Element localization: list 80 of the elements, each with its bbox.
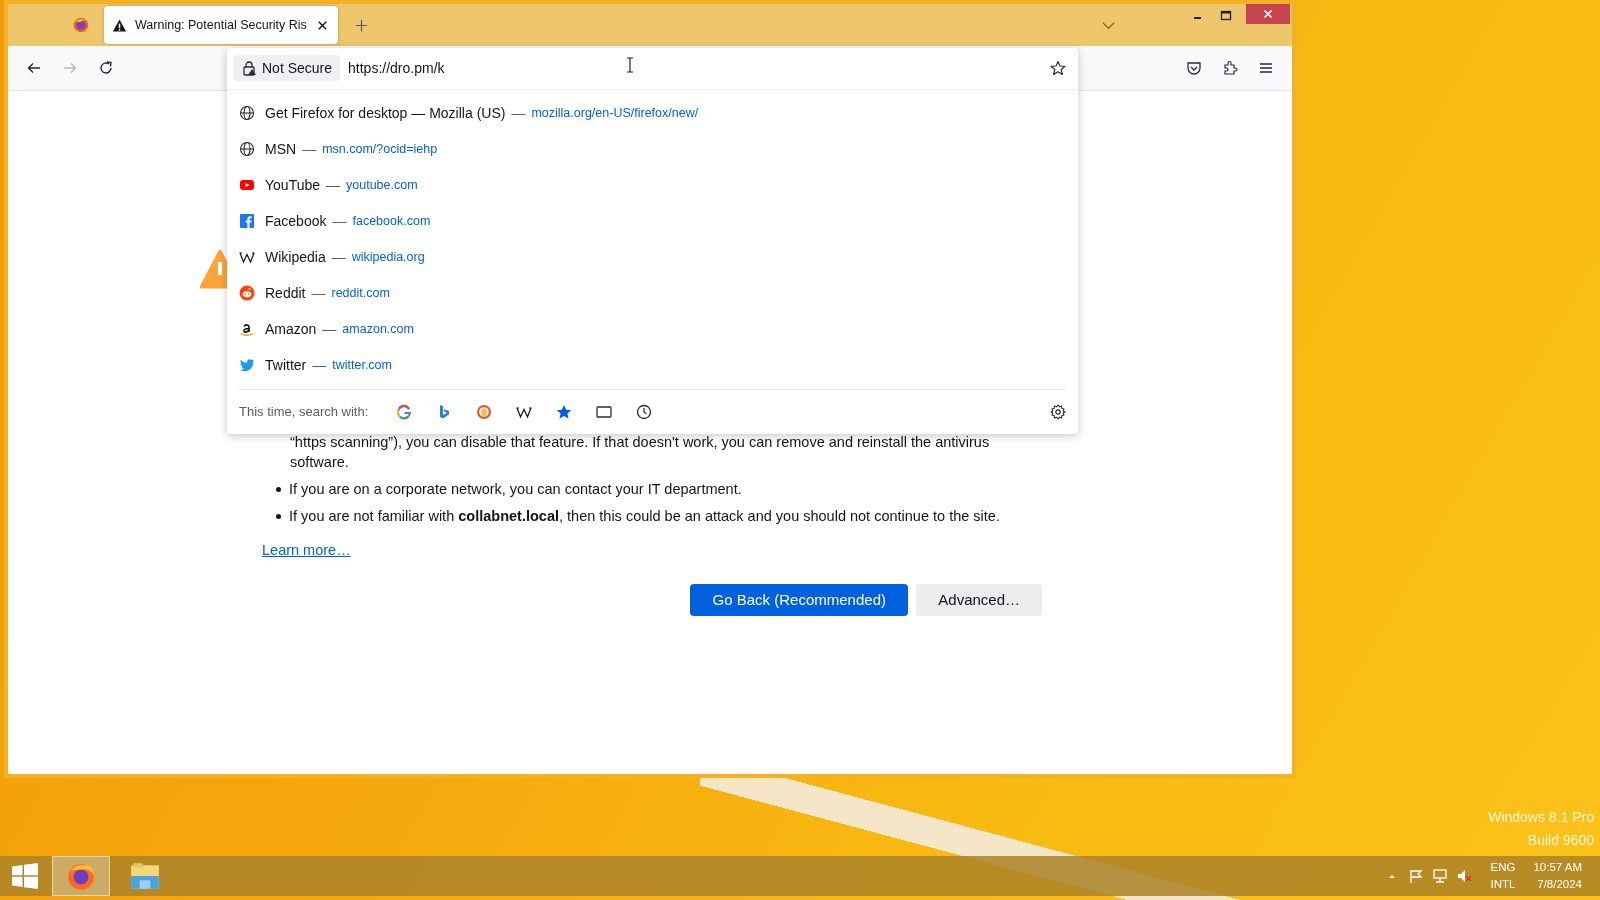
suggestion-title: YouTube [265,176,320,193]
separator-dash: — [302,140,317,157]
taskbar-app[interactable] [52,856,110,896]
tab-icon[interactable] [596,403,613,420]
suggestion-title: Wikipedia [265,248,326,265]
security-indicator[interactable]: Not Secure [233,55,341,82]
suggestion-row[interactable]: YouTube — youtube.com [227,166,1078,203]
bird-icon [239,356,255,373]
go-back-button[interactable]: Go Back (Recommended) [690,584,909,616]
edition-text: Windows 8.1 Pro [1488,808,1594,827]
globe-icon [239,140,255,157]
puzzle-icon[interactable] [1222,60,1238,76]
suggestion-title: Reddit [265,284,306,301]
suggestion-row[interactable]: MSN — msn.com/?ocid=iehp [227,130,1078,167]
settings-icon[interactable] [1050,403,1066,420]
pocket-icon[interactable] [1186,60,1202,76]
network-icon[interactable] [1432,868,1449,884]
url-field[interactable]: https://dro.pm/k [348,60,445,77]
duck-icon[interactable] [476,403,493,420]
separator-dash: — [511,104,526,121]
suggestion-row[interactable]: Get Firefox for desktop — Mozilla (US) — mozilla.org/en-US/firefox/new/ [227,94,1078,131]
text-cursor-icon [626,57,634,73]
suggestion-title: Get Firefox for desktop — Mozilla (US) [265,104,506,121]
suggestion-title: Amazon [265,320,317,337]
separator-dash: — [322,320,337,337]
folder-icon [128,860,162,892]
separator-dash: — [326,176,340,193]
suggestion-row[interactable]: Reddit — reddit.com [227,274,1078,311]
separator-dash: — [331,248,346,265]
search-with-label: This time, search with: [239,404,369,420]
start-icon[interactable] [12,863,38,889]
browser-tab[interactable]: Warning: Potential Security Ris [104,6,338,44]
bullet-icon [276,487,281,492]
reddit-icon [239,284,255,301]
list-item: If you are on a corporate network, you can contact your IT department. [289,480,742,499]
suggestion-row[interactable]: Facebook — facebook.com [227,202,1078,239]
advanced-button[interactable]: Advanced… [916,584,1042,616]
layout-text: INTL [1490,877,1516,892]
suggestion-url: youtube.com [346,177,418,192]
time-text: 10:57 AM [1533,860,1582,875]
globe-icon [239,104,255,121]
bullet-icon [276,514,281,519]
clock-icon[interactable] [636,403,653,420]
back-icon[interactable] [26,60,42,76]
paragraph: “https scanning”), you can disable that feature. If that doesn't work, you can remove and reinstall the antivirus software. [290,433,991,472]
suggestion-row[interactable]: Twitter — twitter.com [227,346,1078,383]
suggestion-row[interactable]: Wikipedia — wikipedia.org [227,238,1078,275]
firefox-icon [72,16,90,34]
star-icon[interactable] [1050,60,1066,77]
list-item: If you are not familiar with collabnet.local, then this could be an attack and you should not continue to the site. [289,507,1000,526]
language-text: ENG [1490,860,1516,875]
close-icon [1261,7,1275,21]
suggestion-url: reddit.com [331,285,390,300]
close-window-button[interactable] [1246,4,1290,24]
separator-dash: — [332,212,347,229]
suggestion-title: Twitter [265,356,307,373]
suggestion-url: msn.com/?ocid=iehp [322,141,438,156]
facebook-icon [239,212,255,229]
suggestion-url: amazon.com [342,321,414,336]
new-tab-icon[interactable] [353,17,369,33]
star-icon[interactable] [556,403,573,420]
suggestion-title: MSN [265,140,297,157]
suggestion-row[interactable]: Amazon — amazon.com [227,310,1078,347]
separator-dash: — [312,356,327,373]
speaker-muted-icon[interactable] [1456,868,1473,884]
menu-icon[interactable] [1258,60,1274,76]
reload-icon[interactable] [98,60,114,76]
google-icon[interactable] [396,403,413,420]
suggestion-title: Facebook [265,212,327,229]
suggestion-url: mozilla.org/en-US/firefox/new/ [531,105,699,120]
build-text: Build 9600 [1527,831,1594,850]
suggestion-url: twitter.com [332,357,392,372]
suggestion-url: wikipedia.org [351,249,425,264]
suggestion-url: facebook.com [352,213,431,228]
separator-dash: — [311,284,326,301]
warning-icon [112,17,127,33]
tab-title: Warning: Potential Security Ris [135,18,307,32]
flag-icon[interactable] [1408,868,1425,884]
learn-more-link[interactable]: Learn more… [262,540,351,560]
date-text: 7/8/2024 [1537,877,1582,892]
